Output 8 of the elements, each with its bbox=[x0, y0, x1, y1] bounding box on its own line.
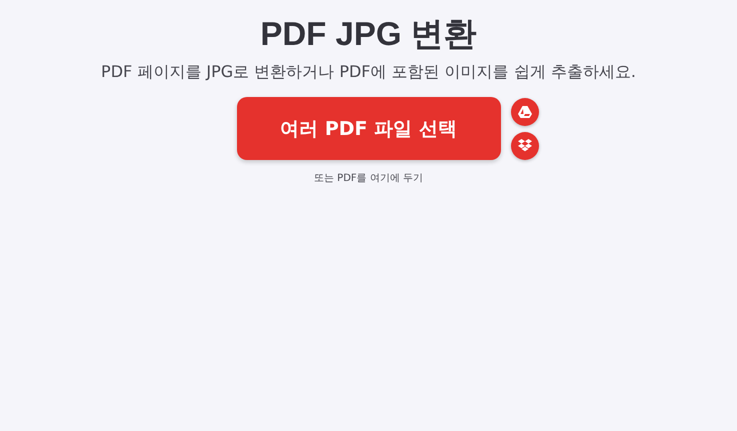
dropbox-button[interactable] bbox=[510, 132, 538, 160]
triangle-icon bbox=[518, 106, 532, 118]
dropbox-icon bbox=[518, 139, 532, 152]
page-subtitle: PDF 페이지를 JPG로 변환하거나 PDF에 포함된 이미지를 쉽게 추출하세요. bbox=[101, 61, 636, 83]
select-files-button[interactable]: 여러 PDF 파일 선택 bbox=[236, 97, 500, 160]
page-title: PDF JPG 변환 bbox=[260, 14, 477, 54]
drop-hint: 또는 PDF를 여기에 두기 bbox=[314, 172, 424, 185]
drive-button[interactable] bbox=[510, 98, 538, 126]
